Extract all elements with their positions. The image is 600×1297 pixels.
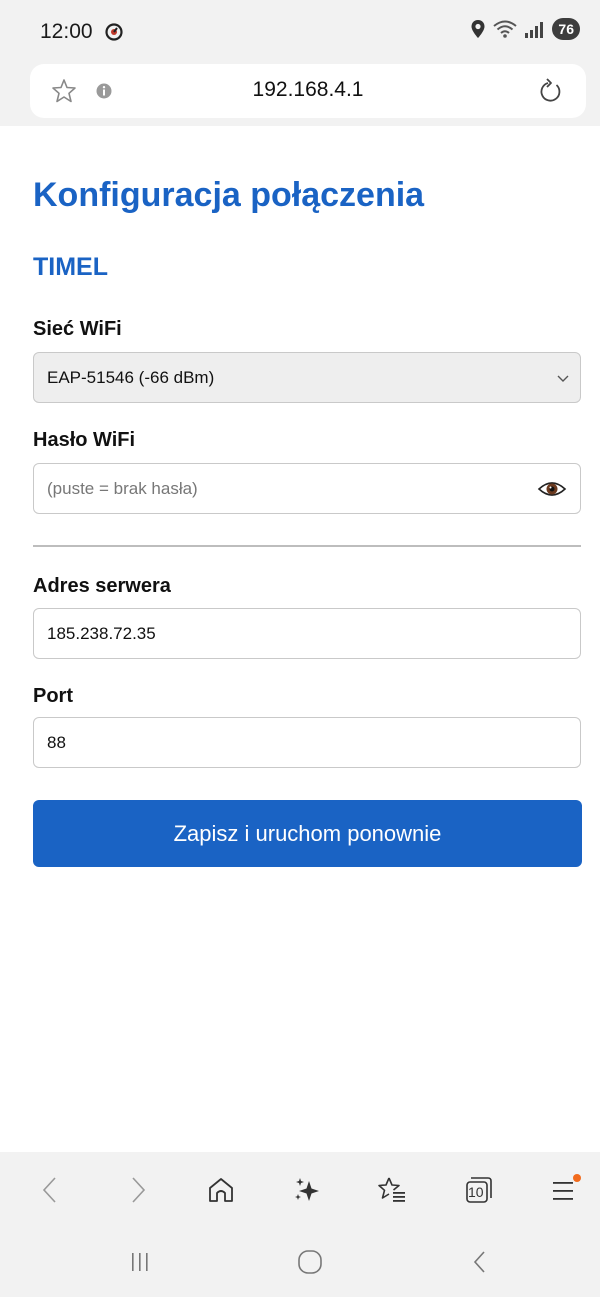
home-nav-button[interactable] <box>290 1244 330 1280</box>
recent-apps-icon <box>132 1253 148 1271</box>
tabs-button[interactable]: 10 <box>458 1170 498 1210</box>
sparkle-icon <box>295 1178 319 1201</box>
status-bar: 12:00 76 <box>0 0 600 64</box>
menu-icon <box>553 1174 581 1200</box>
server-address-value: 185.238.72.35 <box>47 624 156 643</box>
page-title: Konfiguracja połączenia <box>33 176 425 214</box>
home-button[interactable] <box>201 1170 241 1210</box>
menu-button[interactable] <box>545 1170 585 1210</box>
browser-toolbar: 10 <box>0 1152 600 1228</box>
home-icon <box>209 1178 233 1202</box>
status-time: 12:00 <box>40 20 93 43</box>
server-address-field[interactable]: 185.238.72.35 <box>33 608 581 659</box>
eye-icon[interactable] <box>537 477 567 501</box>
server-address-label: Adres serwera <box>33 575 171 597</box>
system-nav-bar <box>0 1228 600 1297</box>
browser-header: 192.168.4.1 <box>0 64 600 126</box>
location-icon <box>471 20 485 38</box>
back-icon <box>42 1177 56 1203</box>
wifi-network-selected: EAP-51546 (-66 dBm) <box>47 368 215 387</box>
chevron-down-icon <box>557 375 569 382</box>
alarm-icon <box>105 23 123 41</box>
wifi-network-select[interactable]: EAP-51546 (-66 dBm) <box>33 352 581 403</box>
bookmarks-icon <box>378 1177 405 1202</box>
wifi-network-label: Sieć WiFi <box>33 318 122 340</box>
save-button[interactable]: Zapisz i uruchom ponownie <box>33 800 582 867</box>
forward-button[interactable] <box>118 1170 158 1210</box>
port-value: 88 <box>47 733 66 752</box>
reload-icon[interactable] <box>536 76 564 106</box>
wifi-password-field[interactable]: (puste = brak hasła) <box>33 463 581 514</box>
wifi-password-label: Hasło WiFi <box>33 429 136 451</box>
port-label: Port <box>33 685 73 707</box>
home-nav-icon <box>298 1250 322 1274</box>
recent-apps-button[interactable] <box>120 1244 160 1280</box>
back-nav-icon <box>473 1251 485 1273</box>
divider <box>33 545 581 547</box>
device-name: TIMEL <box>33 253 108 281</box>
wifi-icon <box>493 20 518 38</box>
back-button[interactable] <box>30 1170 70 1210</box>
url-text[interactable]: 192.168.4.1 <box>30 78 586 102</box>
port-field[interactable]: 88 <box>33 717 581 768</box>
signal-icon <box>525 22 544 38</box>
back-nav-button[interactable] <box>460 1244 500 1280</box>
bookmarks-button[interactable] <box>372 1170 412 1210</box>
tabs-count: 10 <box>468 1184 484 1200</box>
wifi-password-placeholder: (puste = brak hasła) <box>47 479 198 498</box>
battery-level: 76 <box>552 18 580 40</box>
forward-icon <box>132 1177 146 1203</box>
status-icons: 76 <box>470 18 580 40</box>
ai-button[interactable] <box>287 1170 327 1210</box>
url-bar[interactable]: 192.168.4.1 <box>30 64 586 118</box>
